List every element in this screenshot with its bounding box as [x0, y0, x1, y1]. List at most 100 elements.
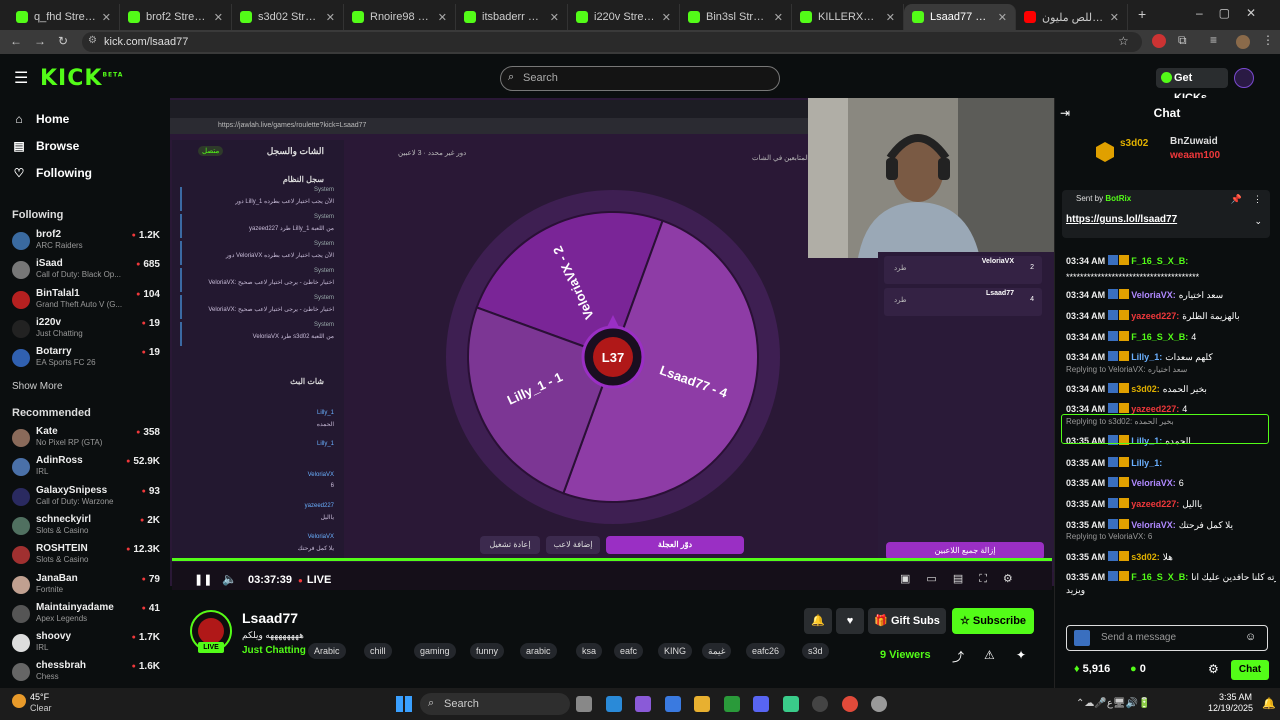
pause-icon[interactable]: ❚❚	[194, 573, 212, 586]
browser-tab[interactable]: i220v Stream - Wa ✕	[568, 4, 680, 30]
chat-message[interactable]: ويزيد	[1066, 583, 1276, 597]
notification-bell-button[interactable]: 🔔	[804, 608, 832, 634]
store-icon[interactable]	[664, 696, 681, 712]
window-controls[interactable]: –▢✕	[1196, 6, 1272, 20]
chat-settings-icon[interactable]: ⚙	[1208, 662, 1219, 676]
chrome-icon[interactable]	[841, 696, 858, 712]
notifications-icon[interactable]: 🔔	[1262, 697, 1276, 710]
chat-username[interactable]: yazeed227:	[1131, 404, 1179, 414]
browser-menu-icon[interactable]: ⋮	[1262, 33, 1274, 47]
chat-message[interactable]: 03:34 AM F_16_S_X_B: 4	[1066, 330, 1276, 344]
tab-close-icon[interactable]: ✕	[1110, 11, 1119, 24]
gift-subs-button[interactable]: 🎁 Gift Subs	[868, 608, 946, 634]
roulette-wheel[interactable]: VeloriaVX - 2Lsaad77 - 4Lilly_1 - 1L37	[446, 190, 780, 524]
browser-tab[interactable]: itsbaderr Stream ✕	[456, 4, 568, 30]
bookmark-star-icon[interactable]: ☆	[1118, 34, 1129, 48]
show-more-link[interactable]: Show More	[12, 381, 63, 392]
sidebar-channel[interactable]: schneckyirlSlots & Casino 2K	[12, 513, 162, 541]
edge-icon[interactable]	[605, 696, 622, 712]
nav-following[interactable]: ♡ Following	[12, 166, 92, 180]
player-row[interactable]: VeloriaVX 2 طرد	[884, 256, 1042, 284]
chat-username[interactable]: yazeed227:	[1131, 311, 1179, 321]
chat-message[interactable]: 03:35 AM s3d02: هلا	[1066, 550, 1276, 564]
kick-player-button[interactable]: طرد	[894, 296, 907, 304]
chat-username[interactable]: VeloriaVX:	[1131, 290, 1176, 300]
stream-tag[interactable]: funny	[470, 643, 505, 659]
site-info-icon[interactable]: ⚙	[88, 35, 97, 46]
extension-icon[interactable]	[1152, 34, 1166, 48]
kick-logo[interactable]: KICKBETA	[40, 66, 123, 91]
settings-icon[interactable]	[871, 696, 887, 712]
nav-home[interactable]: ⌂ Home	[12, 112, 69, 126]
chat-message[interactable]: 03:34 AM F_16_S_X_B:	[1066, 254, 1276, 268]
taskbar-search[interactable]: Search	[420, 693, 570, 715]
emoji-icon[interactable]: ☺	[1245, 631, 1256, 643]
stream-tag[interactable]: gaming	[414, 643, 456, 659]
sidebar-channel[interactable]: i220vJust Chatting 19	[12, 316, 162, 344]
share-icon[interactable]: ⤴	[952, 648, 964, 665]
sidebar-channel[interactable]: AdinRossIRL 52.9K	[12, 454, 162, 482]
stream-tag[interactable]: arabic	[520, 643, 557, 659]
chat-username[interactable]: VeloriaVX:	[1131, 478, 1176, 488]
volume-icon[interactable]: 🔈	[222, 572, 237, 586]
sidebar-channel[interactable]: JanaBanFortnite 79	[12, 572, 162, 600]
windows-start-icon[interactable]	[396, 696, 412, 712]
sidebar-channel[interactable]: iSaadCall of Duty: Black Op... 685	[12, 257, 162, 285]
chat-message[interactable]: 03:34 AM yazeed227: بالهزيمة الظلرة	[1066, 309, 1276, 323]
pinned-expand-icon[interactable]: ⌄	[1254, 216, 1262, 227]
theater-icon[interactable]: ▭	[926, 573, 952, 585]
cinema-icon[interactable]: ▤	[953, 573, 979, 585]
obs-icon[interactable]	[812, 696, 828, 712]
pinned-more-icon[interactable]: ⋮	[1253, 194, 1262, 205]
chat-username[interactable]: VeloriaVX:	[1131, 520, 1176, 530]
stream-tag[interactable]: s3d	[802, 643, 829, 659]
sidebar-channel[interactable]: MaintainyadameApex Legends 41	[12, 601, 162, 629]
restart-button[interactable]: إعادة تشغيل	[480, 536, 540, 554]
back-icon[interactable]: ←	[10, 34, 22, 48]
stream-tag[interactable]: Arabic	[308, 643, 346, 659]
sidepanel-icon[interactable]: ≡	[1210, 33, 1217, 47]
settings-icon[interactable]: ⚙	[1003, 573, 1029, 585]
chat-message[interactable]: 03:35 AM VeloriaVX: يلا كمل فرحتك	[1066, 518, 1276, 532]
chat-username[interactable]: Lilly_1:	[1131, 458, 1162, 468]
video-progress-bar[interactable]	[172, 558, 1052, 561]
chat-reply-context[interactable]: Replying to VeloriaVX: سعد اختياره	[1066, 365, 1187, 374]
channel-points[interactable]: ♦ 5,916	[1074, 663, 1110, 675]
chat-message[interactable]: 03:35 AM VeloriaVX: 6	[1066, 476, 1276, 490]
sidebar-channel[interactable]: shoovyIRL 1.7K	[12, 630, 162, 658]
sidebar-channel[interactable]: BotarryEA Sports FC 26 19	[12, 345, 162, 373]
sidebar-channel[interactable]: brof2ARC Raiders 1.2K	[12, 228, 162, 256]
discord-icon[interactable]	[753, 696, 769, 712]
search-input[interactable]: Search	[500, 66, 780, 91]
stream-tag[interactable]: غيمة	[702, 643, 732, 659]
fullscreen-icon[interactable]: ⛶	[979, 573, 1003, 585]
live-indicator[interactable]: LIVE	[298, 574, 331, 586]
tab-close-icon[interactable]: ✕	[886, 11, 895, 24]
taskview-icon[interactable]	[576, 696, 592, 712]
chat-send-button[interactable]: Chat	[1231, 660, 1269, 680]
kick-player-button[interactable]: طرد	[894, 264, 907, 272]
chat-message-input[interactable]: Send a message	[1066, 625, 1268, 651]
tab-close-icon[interactable]: ✕	[326, 11, 335, 24]
hamburger-menu-icon[interactable]: ☰	[14, 68, 28, 88]
add-player-button[interactable]: إضافة لاعب	[546, 536, 600, 554]
browser-tab[interactable]: s3d02 Stream - W ✕	[232, 4, 344, 30]
browser-tab[interactable]: brof2 Stream - Wa ✕	[120, 4, 232, 30]
pip-icon[interactable]: ▣	[900, 573, 926, 585]
chat-username[interactable]: s3d02:	[1131, 552, 1160, 562]
pinned-message[interactable]: Sent by BotRix https://guns.lol/lsaad77 …	[1062, 190, 1270, 238]
browser-tab[interactable]: Bin3sl Stream - W ✕	[680, 4, 792, 30]
browser-tab[interactable]: تحدي اللص مليون ✕	[1016, 4, 1128, 30]
chat-message[interactable]: 03:35 AM F_16_S_X_B:انا ابرزته كلنا حافدي…	[1066, 570, 1276, 584]
browser-tab[interactable]: q_fhd Stream - Wa ✕	[8, 4, 120, 30]
chat-username[interactable]: Lilly_1:	[1131, 352, 1162, 362]
sidebar-channel[interactable]: chessbrahChess 1.6K	[12, 659, 162, 687]
stream-tag[interactable]: eafc26	[746, 643, 786, 659]
user-avatar[interactable]	[1234, 68, 1254, 88]
app-icon[interactable]	[782, 696, 799, 712]
stream-tag[interactable]: ksa	[576, 643, 603, 659]
tab-close-icon[interactable]: ✕	[102, 11, 111, 24]
browser-tab[interactable]: Rnoire98 Stream ✕	[344, 4, 456, 30]
browser-tab[interactable]: KILLERX8 Stream ✕	[792, 4, 904, 30]
stream-tag[interactable]: eafc	[614, 643, 644, 659]
